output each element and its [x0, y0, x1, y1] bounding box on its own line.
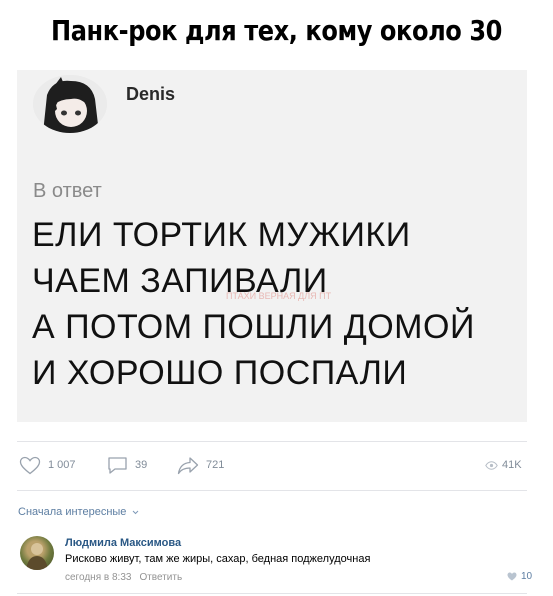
comment-meta: сегодня в 8:33 Ответить: [65, 572, 182, 583]
commenter-avatar[interactable]: [20, 536, 54, 570]
divider: [17, 441, 527, 442]
comment-icon: [108, 456, 127, 474]
sort-label: Сначала интересные: [18, 506, 127, 518]
share-button[interactable]: 721: [177, 455, 224, 475]
comment-text: Рисково живут, там же жиры, сахар, бедна…: [65, 553, 371, 565]
author-avatar[interactable]: [33, 75, 107, 133]
sort-dropdown[interactable]: Сначала интересные: [18, 506, 139, 518]
heart-icon: [19, 456, 41, 474]
share-icon: [177, 456, 199, 474]
comment-like-button[interactable]: 10: [507, 571, 532, 582]
like-count: 1 007: [48, 459, 76, 471]
post-line: И ХОРОШО ПОСПАЛИ: [32, 354, 408, 392]
comment-like-count: 10: [521, 571, 533, 582]
divider: [17, 593, 527, 594]
chevron-down-icon: [133, 510, 139, 514]
reply-label: В ответ: [33, 180, 102, 202]
comment-button[interactable]: 39: [107, 455, 147, 475]
eye-icon: [485, 460, 498, 470]
meme-title: Панк-рок для тех, кому около 30: [51, 14, 502, 47]
comment-count: 39: [135, 459, 148, 471]
post-text: ЕЛИ ТОРТИК МУЖИКИ ЧАЕМ ЗАПИВАЛИ А ПОТОМ …: [32, 212, 475, 396]
author-name[interactable]: Denis: [126, 84, 175, 105]
views-indicator: 41K: [485, 455, 522, 475]
divider: [17, 490, 527, 491]
comment-reply-button[interactable]: Ответить: [139, 572, 182, 583]
comment-time[interactable]: сегодня в 8:33: [65, 572, 131, 583]
post-line: А ПОТОМ ПОШЛИ ДОМОЙ: [32, 308, 475, 346]
comment-author[interactable]: Людмила Максимова: [65, 537, 181, 549]
share-count: 721: [206, 459, 225, 471]
post-line: ЕЛИ ТОРТИК МУЖИКИ: [32, 216, 411, 254]
watermark: ПТАХИ ВЕРНАЯ ДЛЯ ПТ: [226, 291, 332, 301]
heart-icon: [507, 572, 517, 581]
like-button[interactable]: 1 007: [19, 455, 76, 475]
views-count: 41K: [502, 459, 522, 471]
